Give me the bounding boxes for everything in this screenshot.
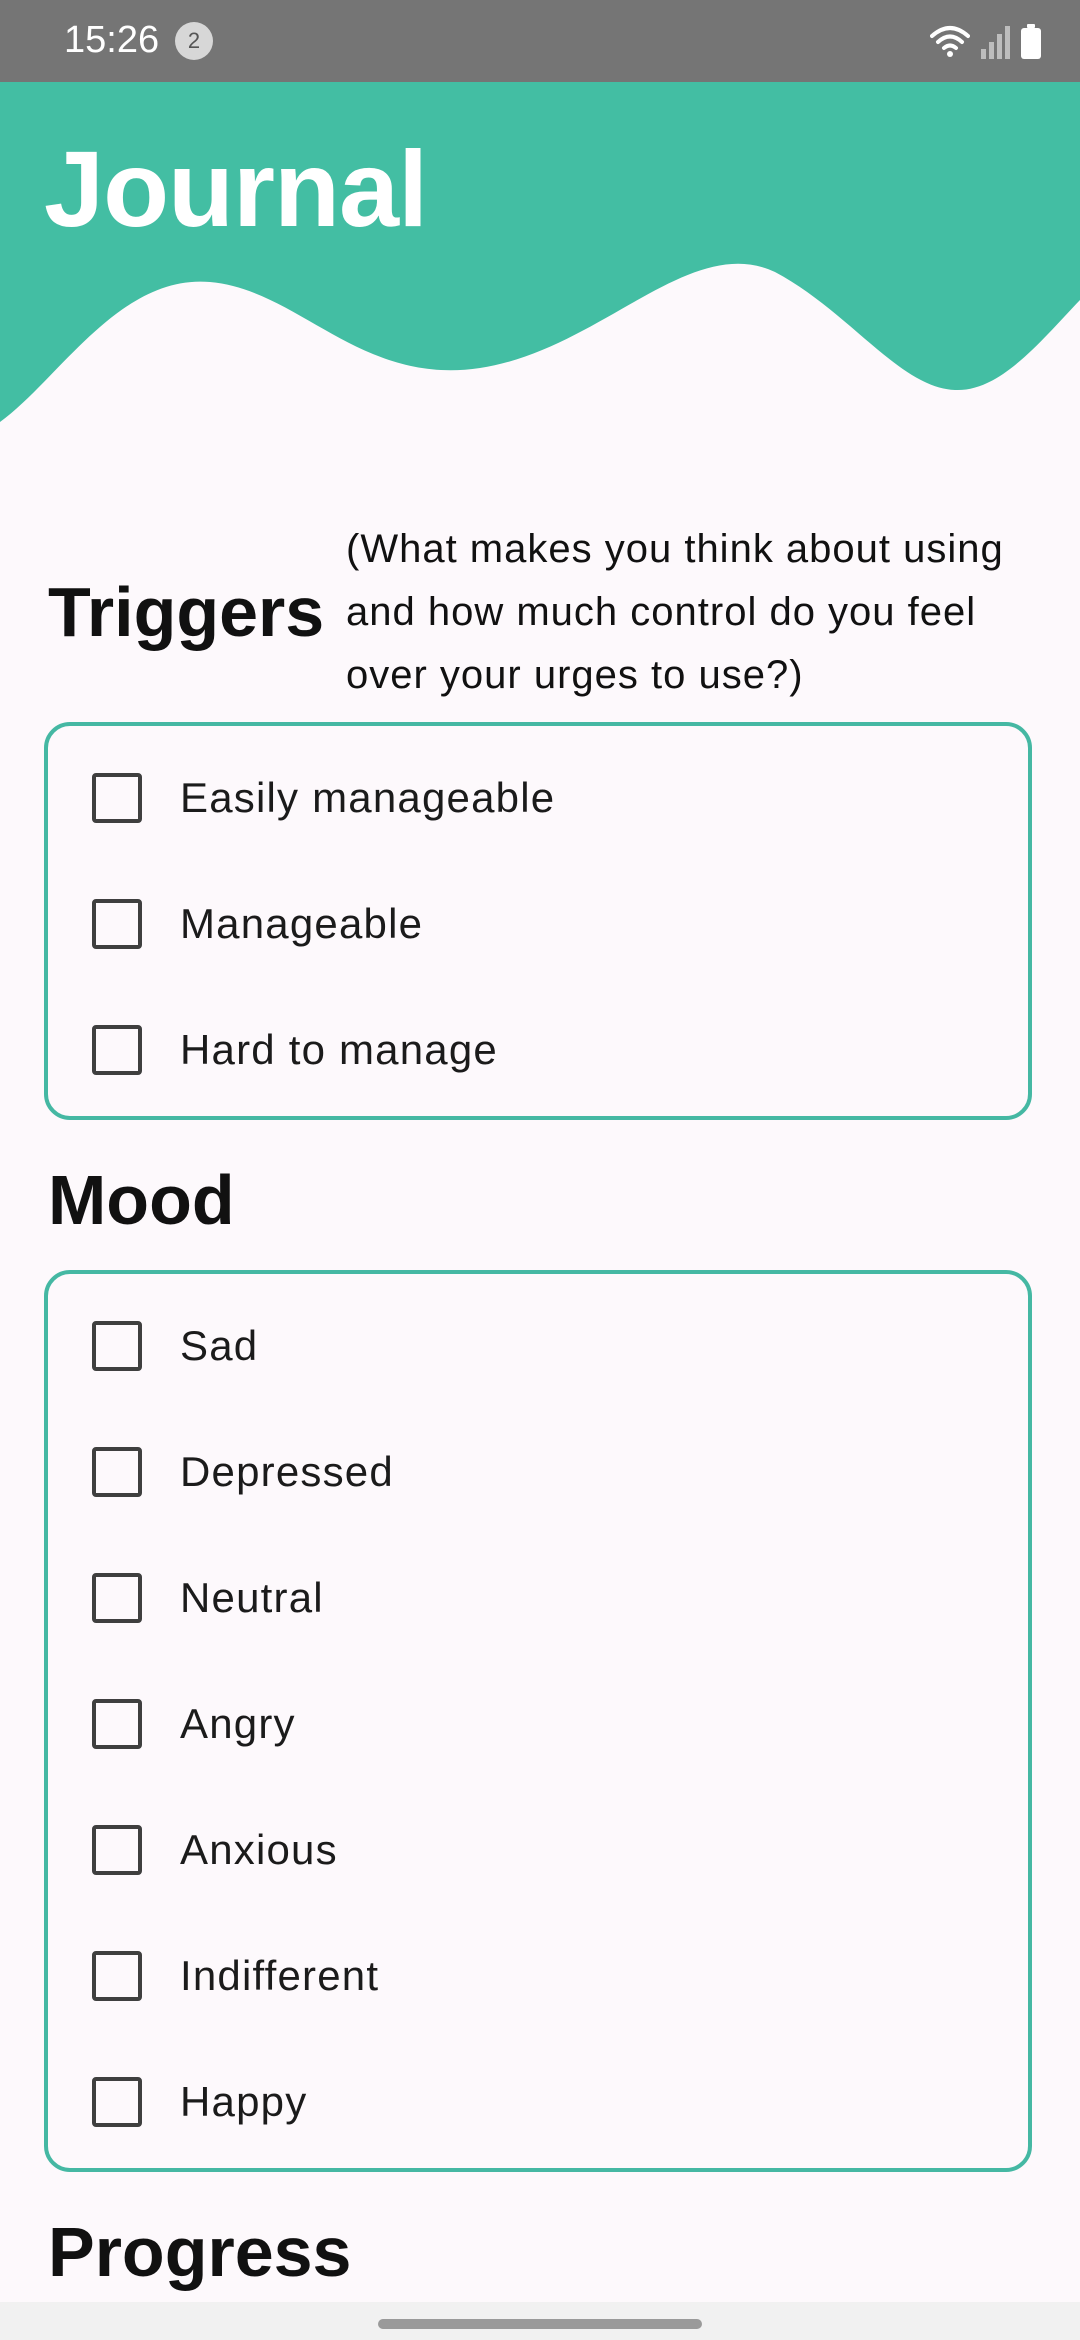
mood-card: Sad Depressed Neutral Angry Anxious Indi…: [44, 1270, 1032, 2172]
mood-option-anxious[interactable]: Anxious: [92, 1810, 338, 1890]
triggers-description: (What makes you think about using and ho…: [346, 527, 1004, 697]
status-time: 15:26: [64, 19, 160, 61]
mood-option-happy[interactable]: Happy: [92, 2062, 307, 2142]
home-gesture-handle[interactable]: [378, 2319, 702, 2329]
checkbox[interactable]: [92, 1321, 142, 1371]
mood-heading: Mood: [48, 1161, 235, 1239]
checkbox[interactable]: [92, 1447, 142, 1497]
signal-icon: [980, 25, 1010, 59]
navigation-bar: [0, 2302, 1080, 2340]
option-label: Anxious: [180, 1826, 338, 1873]
option-label: Angry: [180, 1700, 296, 1747]
option-label: Sad: [180, 1322, 259, 1369]
notification-count-badge: 2: [175, 22, 213, 60]
wifi-icon: [930, 24, 970, 60]
battery-icon: [1020, 24, 1042, 60]
option-label: Depressed: [180, 1448, 394, 1495]
triggers-card: Easily manageable Manageable Hard to man…: [44, 722, 1032, 1120]
checkbox[interactable]: [92, 1825, 142, 1875]
page-title: Journal: [44, 128, 428, 249]
mood-option-angry[interactable]: Angry: [92, 1684, 296, 1764]
checkbox[interactable]: [92, 773, 142, 823]
option-label: Neutral: [180, 1574, 324, 1621]
mood-option-depressed[interactable]: Depressed: [92, 1432, 394, 1512]
progress-heading: Progress: [48, 2213, 352, 2291]
header: Journal: [0, 82, 1080, 432]
option-label: Manageable: [180, 900, 424, 947]
mood-option-neutral[interactable]: Neutral: [92, 1558, 324, 1638]
trigger-option-easily-manageable[interactable]: Easily manageable: [92, 758, 555, 838]
status-bar: 15:26 2: [0, 0, 1080, 82]
checkbox[interactable]: [92, 2077, 142, 2127]
checkbox[interactable]: [92, 1951, 142, 2001]
trigger-option-manageable[interactable]: Manageable: [92, 884, 423, 964]
trigger-option-hard-to-manage[interactable]: Hard to manage: [92, 1010, 498, 1090]
option-label: Easily manageable: [180, 774, 556, 821]
option-label: Hard to manage: [180, 1026, 498, 1073]
checkbox[interactable]: [92, 1573, 142, 1623]
checkbox[interactable]: [92, 1025, 142, 1075]
triggers-heading: Triggers: [48, 573, 325, 651]
checkbox[interactable]: [92, 1699, 142, 1749]
status-icons: [930, 20, 1042, 64]
option-label: Happy: [180, 2078, 308, 2125]
mood-option-sad[interactable]: Sad: [92, 1306, 258, 1386]
mood-option-indifferent[interactable]: Indifferent: [92, 1936, 379, 2016]
checkbox[interactable]: [92, 899, 142, 949]
option-label: Indifferent: [180, 1952, 380, 1999]
